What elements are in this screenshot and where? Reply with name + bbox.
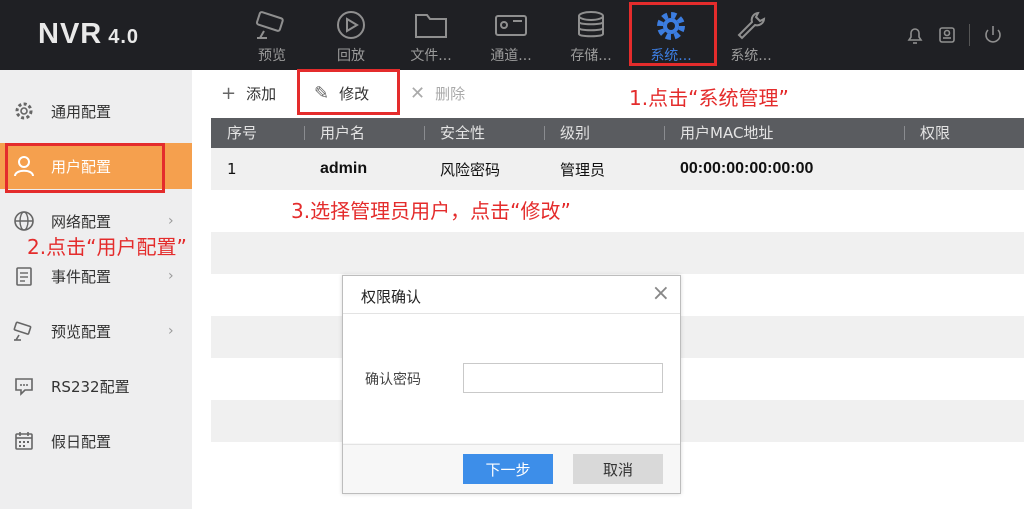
sidebar-item-preview[interactable]: 预览配置 › xyxy=(0,308,192,354)
clipboard-icon xyxy=(12,264,36,288)
nav-storage[interactable]: 存储... xyxy=(552,0,630,70)
wrench-icon xyxy=(737,11,766,40)
table-header: 序号 用户名 安全性 级别 用户MAC地址 权限 xyxy=(211,118,1024,148)
table-row-empty xyxy=(211,232,1024,274)
table-row[interactable]: 1 admin 风险密码 管理员 00:00:00:00:00:00 xyxy=(211,148,1024,190)
delete-button[interactable]: ✕ 删除 xyxy=(410,78,465,108)
sidebar-item-label: RS232配置 xyxy=(51,377,130,396)
confirm-password-input[interactable] xyxy=(463,363,663,393)
nav-label: 预览 xyxy=(258,48,286,64)
globe-icon xyxy=(12,209,36,233)
chevron-right-icon: › xyxy=(168,213,174,229)
cell-username: admin xyxy=(320,160,368,177)
delete-label: 删除 xyxy=(435,84,466,103)
annotation-step2: 2.点击“用户配置” xyxy=(27,235,187,259)
separator xyxy=(969,24,970,46)
sidebar-item-label: 通用配置 xyxy=(51,102,112,121)
plus-icon: + xyxy=(221,82,237,104)
power-icon[interactable] xyxy=(982,24,1004,46)
user-lock-icon[interactable] xyxy=(937,25,957,45)
close-icon: ✕ xyxy=(410,82,426,104)
calendar-icon xyxy=(12,429,36,453)
password-label: 确认密码 xyxy=(365,372,421,388)
chat-icon xyxy=(12,374,36,398)
sidebar-item-label: 假日配置 xyxy=(51,432,112,451)
sidebar-item-label: 预览配置 xyxy=(51,322,112,341)
bell-icon[interactable] xyxy=(905,25,925,45)
add-button[interactable]: + 添加 xyxy=(221,78,276,108)
column-header[interactable]: 权限 xyxy=(904,118,1024,148)
nav-label: 存储... xyxy=(570,48,612,64)
folder-icon xyxy=(415,14,447,38)
dialog-divider xyxy=(343,444,680,445)
chevron-right-icon: › xyxy=(168,268,174,284)
annotation-step1: 1.点击“系统管理” xyxy=(629,86,789,110)
sidebar-item-holiday[interactable]: 假日配置 xyxy=(0,418,192,464)
dialog-divider xyxy=(343,313,680,314)
nav-files[interactable]: 文件... xyxy=(392,0,470,70)
chevron-right-icon: › xyxy=(168,323,174,339)
column-header[interactable]: 序号 xyxy=(211,118,304,148)
next-step-button[interactable]: 下一步 xyxy=(463,454,553,484)
highlight-user-config xyxy=(5,143,165,193)
nav-label: 文件... xyxy=(410,48,452,64)
column-header[interactable]: 用户名 xyxy=(304,118,424,148)
close-icon[interactable]: × xyxy=(652,283,670,305)
nav-label: 回放 xyxy=(337,48,365,64)
add-label: 添加 xyxy=(246,84,277,103)
cell-security: 风险密码 xyxy=(440,160,501,179)
camera-icon xyxy=(12,319,36,343)
highlight-system-manage xyxy=(629,2,717,66)
cell-index: 1 xyxy=(227,160,237,178)
highlight-edit-button xyxy=(297,69,400,115)
sidebar-item-label: 事件配置 xyxy=(51,267,112,286)
sidebar-item-rs232[interactable]: RS232配置 xyxy=(0,363,192,409)
top-bar: NVR 4.0 预览 回放 文件... 通道... 存储... 系统... 系统… xyxy=(0,0,1024,70)
permission-confirm-dialog: 权限确认 × 确认密码 下一步 取消 xyxy=(342,275,681,494)
dialog-title: 权限确认 xyxy=(361,288,422,306)
logo: NVR 4.0 xyxy=(38,18,140,50)
playback-icon xyxy=(337,11,365,39)
nav-label: 系统... xyxy=(730,48,772,64)
nav-system-maintain[interactable]: 系统... xyxy=(712,0,790,70)
cell-level: 管理员 xyxy=(560,160,606,179)
nav-channel[interactable]: 通道... xyxy=(472,0,550,70)
column-header[interactable]: 级别 xyxy=(544,118,664,148)
storage-icon xyxy=(578,11,604,38)
gear-icon xyxy=(12,99,36,123)
nav-preview[interactable]: 预览 xyxy=(233,0,311,70)
header-actions xyxy=(905,24,1004,46)
sidebar: 通用配置 用户配置 网络配置 › 事件配置 › 预览配置 › RS232配置 假… xyxy=(0,70,192,509)
camera-icon xyxy=(255,11,284,39)
nav-playback[interactable]: 回放 xyxy=(312,0,390,70)
channel-icon xyxy=(495,15,527,36)
column-header[interactable]: 用户MAC地址 xyxy=(664,118,904,148)
annotation-step3: 3.选择管理员用户，点击“修改” xyxy=(291,199,571,223)
cancel-button[interactable]: 取消 xyxy=(573,454,663,484)
sidebar-item-general[interactable]: 通用配置 xyxy=(0,88,192,134)
nav-label: 通道... xyxy=(490,48,532,64)
column-header[interactable]: 安全性 xyxy=(424,118,544,148)
cell-mac: 00:00:00:00:00:00 xyxy=(680,160,814,177)
sidebar-item-label: 网络配置 xyxy=(51,212,112,231)
